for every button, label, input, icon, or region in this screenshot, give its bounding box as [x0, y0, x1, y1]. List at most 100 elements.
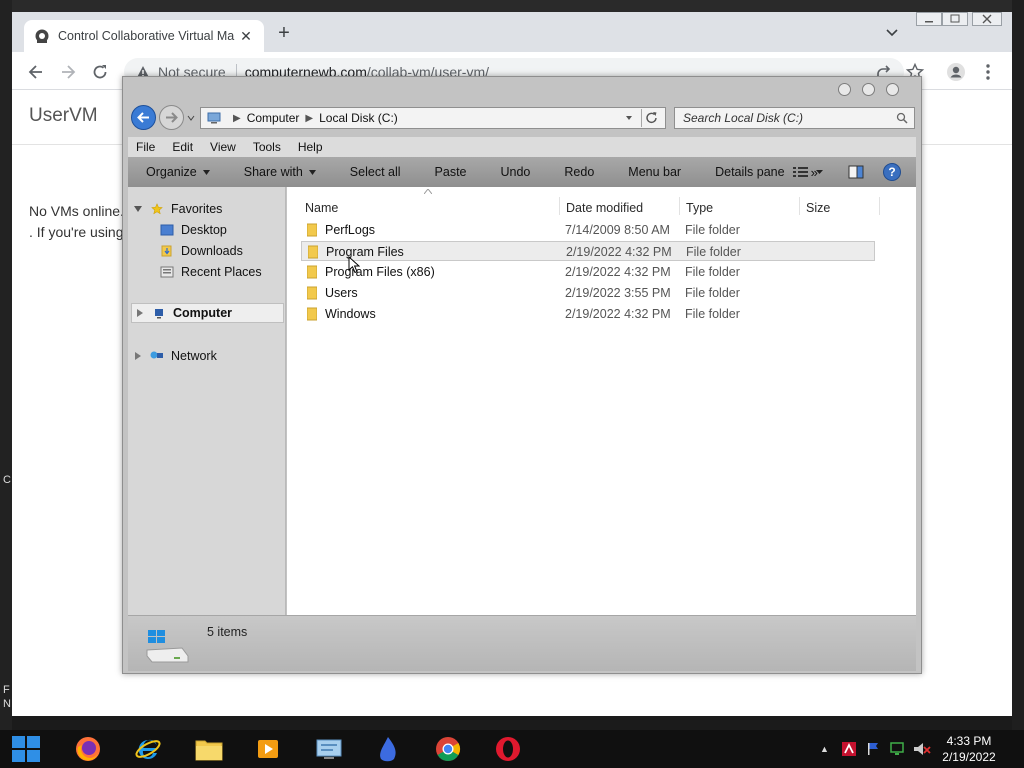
start-button[interactable] [0, 730, 52, 768]
command-bar: Organize Share with Select all Paste Und… [128, 157, 916, 187]
collapsed-arrow-icon[interactable] [134, 352, 142, 360]
explorer-back-button[interactable] [131, 105, 156, 130]
column-header-date-modified[interactable]: Date modified [566, 201, 643, 215]
nav-computer[interactable]: Computer [131, 303, 284, 323]
file-row[interactable]: Windows 2/19/2022 4:32 PM File folder [301, 304, 875, 324]
show-hidden-icons-button[interactable]: ▲ [820, 744, 829, 754]
back-arrow-icon[interactable] [26, 62, 46, 82]
paste-button[interactable]: Paste [417, 165, 483, 179]
taskbar-chrome[interactable] [420, 730, 476, 768]
column-divider[interactable] [559, 197, 560, 215]
restore-icon [950, 14, 960, 23]
menu-file[interactable]: File [128, 140, 164, 154]
file-type: File folder [685, 307, 740, 321]
new-tab-button[interactable]: + [274, 23, 294, 44]
close-window-button[interactable] [972, 12, 1002, 26]
caret-down-icon [816, 170, 823, 174]
tab-close-icon[interactable]: ✕ [238, 28, 254, 45]
select-all-button[interactable]: Select all [332, 165, 417, 179]
file-type: File folder [685, 265, 740, 279]
file-type: File folder [685, 286, 740, 300]
explorer-address-bar[interactable]: ▶ Computer ▶ Local Disk (C:) [200, 107, 666, 129]
breadcrumb-chevron[interactable]: ▶ [233, 113, 241, 124]
profile-avatar-icon[interactable] [946, 62, 966, 82]
blue-flame-icon [380, 737, 396, 762]
menu-edit[interactable]: Edit [164, 140, 202, 154]
file-row[interactable]: PerfLogs 7/14/2009 8:50 AM File folder [301, 220, 875, 240]
minimize-button[interactable] [916, 12, 942, 26]
chevron-down-icon[interactable] [885, 26, 899, 40]
taskbar-clock[interactable]: 4:33 PM 2/19/2022 [940, 733, 998, 765]
column-divider[interactable] [679, 197, 680, 215]
breadcrumb-local-disk[interactable]: Local Disk (C:) [319, 111, 398, 125]
tab-strip: Control Collaborative Virtual Ma ✕ + [12, 12, 1012, 52]
column-divider[interactable] [799, 197, 800, 215]
details-pane-toggle-button[interactable]: Details pane [697, 165, 801, 179]
close-circle-button[interactable] [886, 83, 899, 96]
recent-pages-dropdown-icon[interactable] [187, 114, 195, 122]
change-view-button[interactable] [792, 164, 832, 180]
nav-desktop[interactable]: Desktop [160, 220, 227, 240]
menu-view[interactable]: View [202, 140, 245, 154]
minimize-icon [925, 21, 933, 23]
firefox-icon [76, 737, 100, 761]
breadcrumb-chevron[interactable]: ▶ [305, 113, 313, 124]
taskbar-firefox[interactable] [60, 730, 116, 768]
menu-tools[interactable]: Tools [245, 140, 290, 154]
file-row[interactable]: Program Files (x86) 2/19/2022 4:32 PM Fi… [301, 262, 875, 282]
column-divider[interactable] [879, 197, 880, 215]
redo-button[interactable]: Redo [546, 165, 610, 179]
search-icon[interactable] [896, 112, 908, 124]
taskbar-control-panel[interactable] [300, 730, 356, 768]
help-button[interactable]: ? [883, 163, 901, 181]
explorer-forward-button[interactable] [159, 105, 184, 130]
file-date: 2/19/2022 4:32 PM [565, 265, 671, 279]
reload-icon[interactable] [90, 62, 110, 82]
network-tray-icon[interactable] [889, 741, 905, 757]
column-header-size[interactable]: Size [806, 201, 830, 215]
taskbar-media-player[interactable] [240, 730, 296, 768]
volume-muted-icon[interactable] [913, 741, 931, 757]
restore-button[interactable] [942, 12, 968, 26]
caret-down-icon [202, 169, 210, 175]
minimize-circle-button[interactable] [838, 83, 851, 96]
antivirus-icon[interactable] [841, 741, 857, 757]
taskbar-app-blue[interactable] [360, 730, 416, 768]
menu-bar-toggle-button[interactable]: Menu bar [610, 165, 697, 179]
expanded-arrow-icon[interactable] [134, 205, 142, 213]
nav-downloads[interactable]: Downloads [160, 241, 243, 261]
nav-recent-places[interactable]: Recent Places [160, 262, 262, 282]
taskbar-internet-explorer[interactable] [120, 730, 176, 768]
refresh-button[interactable] [641, 109, 663, 127]
taskbar-opera[interactable] [480, 730, 536, 768]
menu-help[interactable]: Help [290, 140, 332, 154]
back-arrow-icon [137, 112, 149, 123]
address-history-dropdown-icon[interactable] [625, 114, 633, 122]
collapsed-arrow-icon[interactable] [136, 309, 144, 317]
explorer-search-field[interactable]: Search Local Disk (C:) [674, 107, 915, 129]
breadcrumb-computer[interactable]: Computer [247, 111, 300, 125]
organize-button[interactable]: Organize [128, 165, 226, 179]
page-help-text: . If you're using [29, 224, 124, 240]
column-header-name[interactable]: Name [305, 201, 338, 215]
file-row[interactable]: Program Files 2/19/2022 4:32 PM File fol… [301, 241, 875, 261]
file-name: Windows [325, 307, 376, 321]
kebab-menu-icon[interactable] [978, 62, 998, 82]
file-name: Users [325, 286, 358, 300]
share-with-button[interactable]: Share with [226, 165, 332, 179]
clock-time: 4:33 PM [946, 734, 992, 748]
taskbar-file-explorer[interactable] [180, 730, 236, 768]
nav-favorites[interactable]: Favorites [134, 199, 222, 219]
nav-computer-label: Computer [173, 306, 233, 320]
preview-pane-icon[interactable] [848, 164, 864, 180]
column-header-type[interactable]: Type [686, 201, 713, 215]
browser-tab[interactable]: Control Collaborative Virtual Ma ✕ [24, 20, 264, 52]
file-row[interactable]: Users 2/19/2022 3:55 PM File folder [301, 283, 875, 303]
desktop-top-strip [0, 0, 1024, 12]
nav-network[interactable]: Network [134, 346, 217, 366]
page-brand[interactable]: UserVM [29, 105, 98, 127]
action-center-flag-icon[interactable] [865, 741, 881, 757]
forward-arrow-icon[interactable] [58, 62, 78, 82]
maximize-circle-button[interactable] [862, 83, 875, 96]
undo-button[interactable]: Undo [483, 165, 547, 179]
